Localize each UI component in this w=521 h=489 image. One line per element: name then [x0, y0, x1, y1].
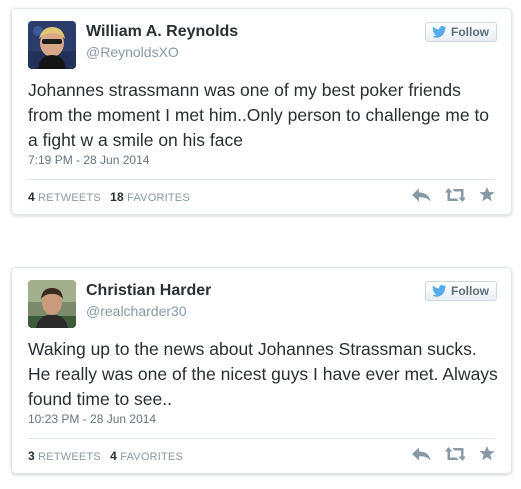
favorites-label: FAVORITES	[120, 451, 183, 463]
tweet-stats: 3 RETWEETS 4 FAVORITES	[28, 449, 183, 463]
tweet-text: Waking up to the news about Johannes Str…	[28, 339, 498, 409]
retweets-count: 4	[28, 190, 35, 204]
twitter-bird-icon	[432, 26, 447, 38]
tweet-timestamp[interactable]: 7:19 PM - 28 Jun 2014	[28, 153, 149, 167]
retweet-icon[interactable]	[445, 187, 465, 202]
retweets-label: RETWEETS	[38, 192, 101, 204]
favorite-star-icon[interactable]	[479, 187, 495, 202]
tweet-timestamp[interactable]: 10:23 PM - 28 Jun 2014	[28, 412, 156, 426]
follow-button[interactable]: Follow	[425, 281, 497, 301]
follow-label: Follow	[451, 25, 489, 39]
retweets-stat[interactable]: 4 RETWEETS	[28, 190, 101, 204]
tweet-actions	[412, 187, 495, 202]
tweet-actions	[412, 446, 495, 461]
retweets-label: RETWEETS	[38, 451, 101, 463]
favorites-count: 4	[110, 449, 117, 463]
favorites-stat[interactable]: 4 FAVORITES	[110, 449, 183, 463]
tweet-card: Christian Harder @realcharder30 Follow W…	[11, 267, 512, 474]
retweets-stat[interactable]: 3 RETWEETS	[28, 449, 101, 463]
divider	[28, 179, 495, 180]
reply-icon[interactable]	[412, 188, 431, 202]
retweet-icon[interactable]	[445, 446, 465, 461]
author-name[interactable]: William A. Reynolds	[86, 23, 238, 41]
favorites-stat[interactable]: 18 FAVORITES	[110, 190, 190, 204]
avatar[interactable]	[28, 280, 76, 328]
tweet-card: William A. Reynolds @ReynoldsXO Follow J…	[11, 8, 512, 215]
author-handle[interactable]: @ReynoldsXO	[86, 44, 179, 60]
follow-button[interactable]: Follow	[425, 22, 497, 42]
favorite-star-icon[interactable]	[479, 446, 495, 461]
author-name[interactable]: Christian Harder	[86, 282, 211, 300]
avatar[interactable]	[28, 21, 76, 69]
follow-label: Follow	[451, 284, 489, 298]
favorites-label: FAVORITES	[127, 192, 190, 204]
twitter-bird-icon	[432, 285, 447, 297]
author-handle[interactable]: @realcharder30	[86, 303, 187, 319]
divider	[28, 438, 495, 439]
tweet-stats: 4 RETWEETS 18 FAVORITES	[28, 190, 190, 204]
tweet-text: Johannes strassmann was one of my best p…	[28, 80, 490, 150]
reply-icon[interactable]	[412, 447, 431, 461]
retweets-count: 3	[28, 449, 35, 463]
favorites-count: 18	[110, 190, 124, 204]
